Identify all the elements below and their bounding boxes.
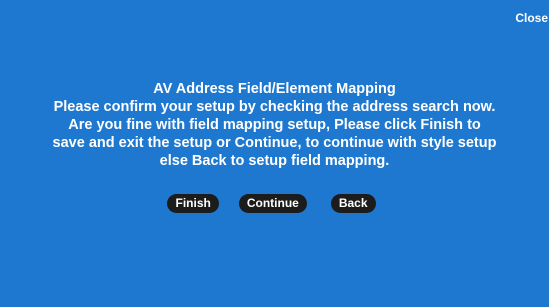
message-line: Please confirm your setup by checking th… <box>53 99 496 115</box>
message-line: save and exit the setup or Continue, to … <box>52 135 497 151</box>
message-line: else Back to setup field mapping. <box>159 153 390 169</box>
continue-button[interactable]: Continue <box>238 194 307 213</box>
mapping-dialog: Close AV Address Field/Element Mapping P… <box>0 0 549 307</box>
dialog-buttons: Finish Continue Back <box>0 194 549 213</box>
finish-button[interactable]: Finish <box>167 194 219 213</box>
message-line: Are you fine with field mapping setup, P… <box>68 117 481 133</box>
dialog-message: Please confirm your setup by checking th… <box>2 98 547 170</box>
dialog-content: AV Address Field/Element Mapping Please … <box>0 80 549 170</box>
back-button[interactable]: Back <box>330 194 376 213</box>
dialog-title: AV Address Field/Element Mapping <box>153 81 396 97</box>
close-link[interactable]: Close <box>515 11 548 25</box>
